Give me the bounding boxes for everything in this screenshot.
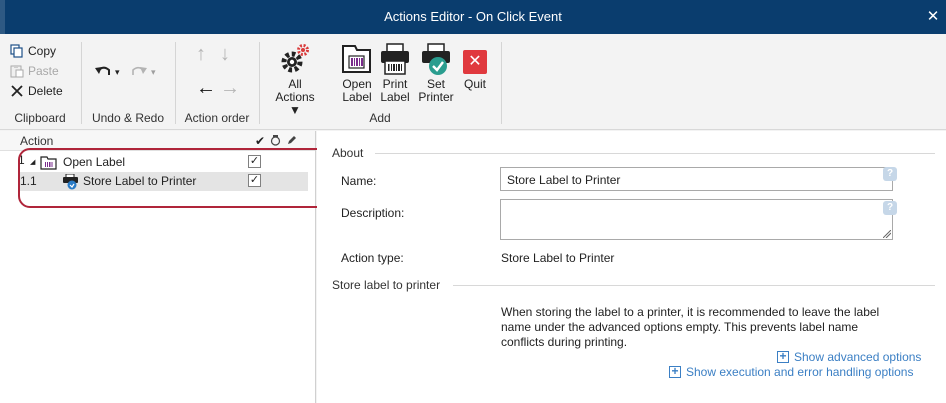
gear-icon [281, 44, 309, 73]
about-section-title: About [332, 146, 364, 160]
info-line: name under the advanced options empty. T… [501, 320, 859, 334]
undo-icon [95, 66, 110, 75]
action-order-group: ↑ ↓ ← → Action order [176, 34, 258, 130]
add-group: All Actions ▼ Open Label Print Label Set… [260, 34, 500, 130]
expand-icon: + [669, 365, 681, 378]
expand-icon: + [777, 350, 789, 363]
name-input[interactable]: Store Label to Printer [500, 167, 893, 191]
window-title: Actions Editor - On Click Event [384, 9, 562, 24]
copy-label: Copy [28, 44, 57, 58]
print-label-button[interactable]: Print Label [378, 42, 412, 104]
info-line: When storing the label to a printer, it … [501, 305, 880, 319]
move-right-icon[interactable]: → [220, 78, 240, 98]
redo-button[interactable]: ▾ [130, 64, 156, 80]
move-up-icon[interactable]: ↑ [196, 44, 206, 64]
paste-icon [10, 64, 24, 78]
paste-label: Paste [28, 64, 59, 78]
add-group-label: Add [369, 111, 391, 125]
help-icon[interactable]: ? [883, 201, 897, 215]
action-properties-pane: About Name: Store Label to Printer ? Des… [317, 131, 946, 403]
print-label-icon [381, 43, 409, 75]
description-label: Description: [341, 206, 405, 220]
section-divider [453, 285, 935, 286]
copy-button[interactable]: Copy [10, 42, 56, 60]
move-left-icon[interactable]: ← [196, 78, 216, 98]
action-column-header: Action [20, 134, 54, 148]
all-actions-button[interactable]: All Actions ▼ [268, 42, 322, 117]
show-advanced-options-link[interactable]: + Show advanced options [777, 350, 921, 364]
print-label-label-2: Label [380, 90, 410, 104]
set-printer-button[interactable]: Set Printer [416, 42, 456, 104]
enabled-column-icon: ✔ [255, 134, 266, 148]
set-printer-icon [422, 43, 450, 75]
delete-label: Delete [28, 84, 63, 98]
condition-column-icon [270, 134, 281, 149]
clipboard-group-label: Clipboard [14, 111, 66, 125]
show-execution-options-link[interactable]: + Show execution and error handling opti… [669, 365, 913, 379]
action-order-group-label: Action order [184, 111, 250, 125]
action-type-label: Action type: [341, 251, 404, 265]
ribbon: Copy Paste Delete Clipboard ▾ ▾ Undo & R… [0, 34, 946, 130]
clipboard-group: Copy Paste Delete Clipboard [0, 34, 80, 130]
highlight-annotation [18, 148, 329, 208]
resize-grip-icon[interactable] [883, 230, 891, 238]
paste-button[interactable]: Paste [10, 62, 59, 80]
action-type-value: Store Label to Printer [501, 251, 615, 265]
redo-dropdown-icon[interactable]: ▾ [151, 67, 156, 78]
edit-column-icon [286, 134, 297, 149]
delete-button[interactable]: Delete [10, 82, 63, 100]
info-line: conflicts during printing. [501, 335, 628, 349]
delete-icon [10, 84, 24, 98]
description-input[interactable] [500, 199, 893, 240]
undo-redo-group-label: Undo & Redo [91, 111, 165, 125]
ribbon-separator [501, 42, 502, 124]
open-label-icon [342, 45, 371, 73]
undo-redo-group: ▾ ▾ Undo & Redo [82, 34, 174, 130]
set-printer-label-2: Printer [418, 90, 454, 104]
copy-icon [10, 44, 24, 58]
store-section-title: Store label to printer [332, 278, 441, 292]
info-paragraph: When storing the label to a printer, it … [501, 305, 921, 350]
open-label-label-2: Label [342, 90, 372, 104]
help-icon[interactable]: ? [883, 167, 897, 181]
move-down-icon[interactable]: ↓ [220, 44, 230, 64]
show-execution-label: Show execution and error handling option… [686, 365, 914, 379]
show-advanced-label: Show advanced options [794, 350, 922, 364]
section-divider [375, 153, 935, 154]
title-bar: Actions Editor - On Click Event ✕ [0, 0, 946, 34]
quit-label: Quit [463, 77, 486, 91]
open-label-button[interactable]: Open Label [340, 42, 374, 104]
undo-dropdown-icon[interactable]: ▾ [115, 67, 120, 78]
undo-button[interactable]: ▾ [94, 64, 120, 80]
name-label: Name: [341, 174, 377, 188]
quit-button[interactable]: ✕ Quit [458, 42, 492, 91]
close-icon[interactable]: ✕ [920, 6, 946, 28]
redo-icon [132, 66, 147, 75]
quit-icon: ✕ [463, 50, 487, 74]
